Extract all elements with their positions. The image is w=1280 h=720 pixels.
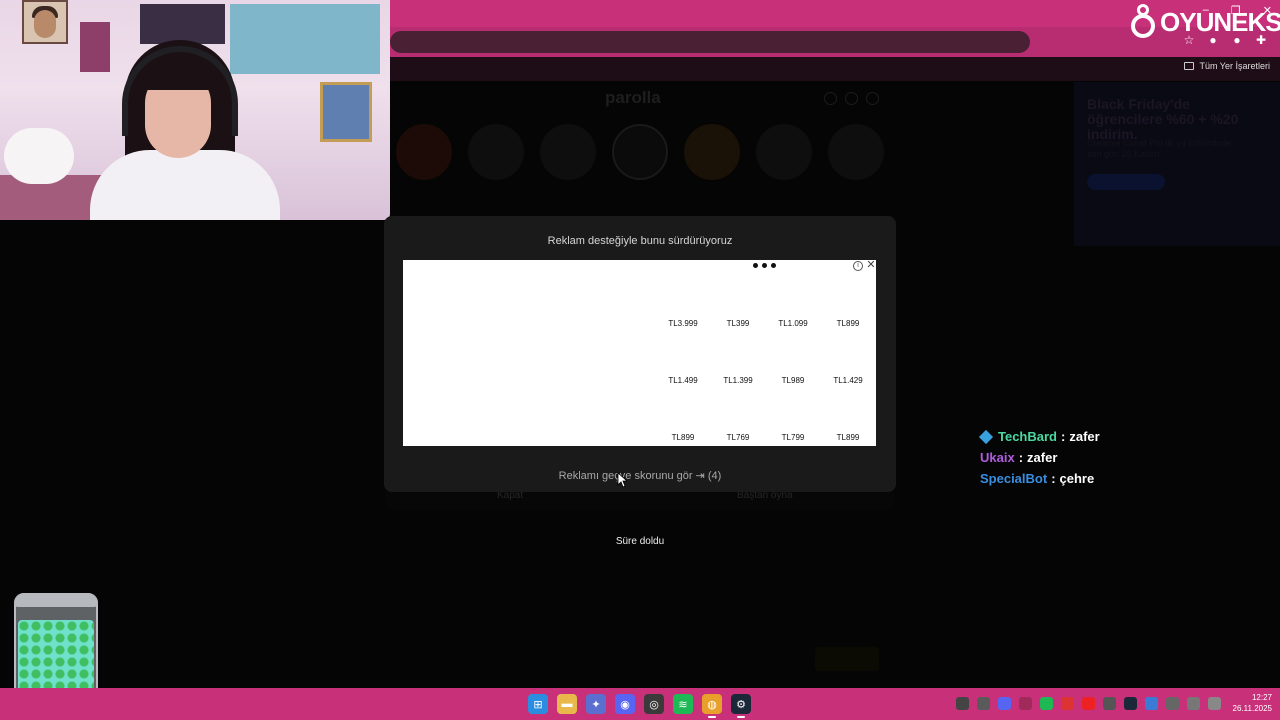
discord-tray-icon[interactable] [998, 697, 1011, 710]
settings-icon[interactable] [824, 92, 837, 105]
letter-circle [396, 124, 452, 180]
poster [80, 22, 110, 72]
chat-message: Ukaix: zafer [980, 450, 1100, 465]
tray-app-icon[interactable] [1061, 697, 1074, 710]
address-bar[interactable] [390, 31, 1030, 53]
ad-price[interactable]: TL899 [821, 319, 875, 328]
volume-icon[interactable] [1208, 697, 1221, 710]
all-bookmarks-label: Tüm Yer İşaretleri [1199, 61, 1270, 71]
painting [320, 82, 372, 142]
tray-app-icon[interactable] [1145, 697, 1158, 710]
poster [230, 4, 380, 74]
ad-price[interactable]: TL989 [766, 376, 820, 385]
windows-start-icon[interactable]: ⊞ [528, 694, 548, 714]
tray-app-icon[interactable] [1103, 697, 1116, 710]
chat-badge-icon [978, 429, 994, 444]
ad-price[interactable]: TL399 [711, 319, 765, 328]
side-ad-body: Creative Cloud Pro ilk yıl indiriminde s… [1087, 138, 1232, 159]
faint-button[interactable] [815, 647, 879, 671]
chat-overlay: TechBard: zafer Ukaix: zafer SpecialBot: çehr… [978, 429, 1100, 486]
ad-price[interactable]: TL799 [766, 433, 820, 442]
ad-price[interactable]: TL899 [656, 433, 710, 442]
chat-username[interactable]: SpecialBot [980, 471, 1047, 486]
spotify-icon[interactable]: ≋ [673, 694, 693, 714]
tray-app-icon[interactable] [1082, 697, 1095, 710]
jar-lid [14, 593, 98, 607]
chat-message-text: zafer [1027, 450, 1058, 465]
file-explorer-icon[interactable]: ▬ [557, 694, 577, 714]
clock-time: 12:27 [1251, 693, 1272, 702]
chat-username[interactable]: Ukaix [980, 450, 1015, 465]
taskbar-clock[interactable]: 12:27 26.11.2025 [1233, 692, 1272, 714]
tray-app-icon[interactable] [977, 697, 990, 710]
folder-icon [1184, 62, 1195, 70]
ad-frame[interactable] [403, 260, 876, 446]
ad-price[interactable]: TL3.999 [656, 319, 710, 328]
mouse-cursor-icon [617, 472, 627, 488]
streamer-body [90, 150, 280, 220]
spotify-tray-icon[interactable] [1040, 697, 1053, 710]
ad-loading-dots [753, 263, 776, 268]
modal-title: Reklam desteğiyle bunu sürdürüyoruz [547, 235, 733, 247]
webcam-overlay [0, 0, 390, 220]
network-icon[interactable] [1187, 697, 1200, 710]
chat-message: SpecialBot: çehre [980, 471, 1100, 486]
letter-circle [612, 124, 668, 180]
clock-date: 26.11.2025 [1232, 704, 1272, 713]
logo-mark-icon [1128, 4, 1158, 40]
time-up-status: Süre doldu [615, 536, 665, 547]
game-title: parolla [605, 88, 661, 107]
tray-app-icon[interactable] [956, 697, 969, 710]
ad-price[interactable]: TL1.429 [821, 376, 875, 385]
ad-price[interactable]: TL769 [711, 433, 765, 442]
chat-message-text: zafer [1069, 429, 1100, 444]
steam-tray-icon[interactable] [1124, 697, 1137, 710]
letter-circle [684, 124, 740, 180]
obs-studio-icon[interactable]: ◎ [644, 694, 664, 714]
chat-message-text: çehre [1059, 471, 1095, 486]
discord-icon[interactable]: ◉ [615, 694, 635, 714]
chat-separator: : [1018, 450, 1024, 465]
ad-price[interactable]: TL899 [821, 433, 875, 442]
app-settings-icon[interactable]: ✦ [586, 694, 606, 714]
chat-message: TechBard: zafer [978, 429, 1100, 444]
plush-toy [4, 128, 74, 184]
letter-circle [540, 124, 596, 180]
microphone-icon[interactable] [1166, 697, 1179, 710]
tray-app-icon[interactable] [1019, 697, 1032, 710]
secondary-face [34, 10, 56, 38]
chrome-icon[interactable]: ◍ [702, 694, 722, 718]
letter-circle [468, 124, 524, 180]
taskbar-apps: ⊞ ▬ ✦ ◉ ◎ ≋ ◍ ⚙ [528, 694, 751, 718]
ad-price[interactable]: TL1.099 [766, 319, 820, 328]
chat-username[interactable]: TechBard [998, 429, 1057, 444]
game-header-icons [824, 92, 879, 105]
all-bookmarks[interactable]: Tüm Yer İşaretleri [1184, 61, 1270, 71]
channel-logo: OYUNEKS [1128, 4, 1280, 40]
ad-info-icon[interactable]: i [853, 261, 863, 271]
poster [140, 4, 225, 44]
steam-icon[interactable]: ⚙ [731, 694, 751, 718]
ad-close-icon[interactable]: ✕ [866, 260, 876, 271]
stats-icon[interactable] [845, 92, 858, 105]
letter-circle [828, 124, 884, 180]
letter-circle [756, 124, 812, 180]
help-icon[interactable] [866, 92, 879, 105]
letter-wheel [396, 124, 884, 180]
side-ad-button[interactable] [1087, 174, 1165, 190]
logo-text: OYUNEKS [1160, 6, 1280, 37]
chat-separator: : [1061, 429, 1066, 444]
system-tray [956, 697, 1221, 710]
secondary-webcam [22, 0, 68, 44]
screen: – ❐ ✕ ☆ ● ● ✚ Tüm Yer İşaretleri parolla… [0, 0, 1280, 720]
side-ad-title: Black Friday'de öğrencilere %60 + %20 in… [1087, 96, 1239, 142]
ad-price[interactable]: TL1.399 [711, 376, 765, 385]
chat-separator: : [1051, 471, 1056, 486]
ad-price[interactable]: TL1.499 [656, 376, 710, 385]
